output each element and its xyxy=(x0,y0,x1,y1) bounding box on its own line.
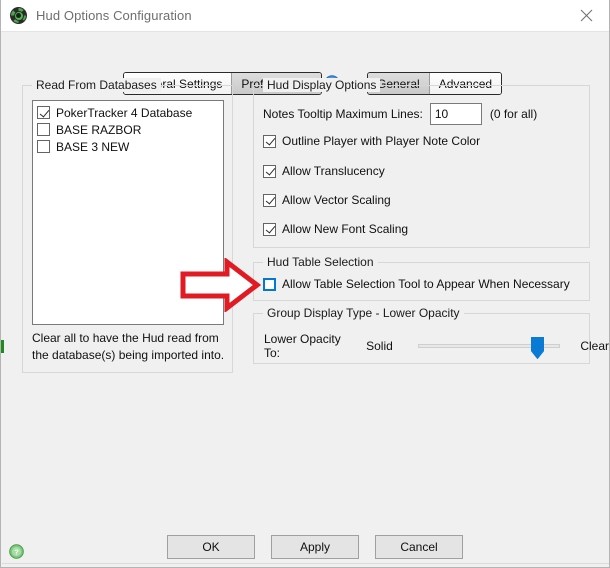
dialog-window: Hud Options Configuration General Settin… xyxy=(0,0,610,568)
dialog-button-row: OK Apply Cancel xyxy=(167,535,463,559)
checkbox-base-3-new[interactable] xyxy=(37,140,50,153)
list-item-label: PokerTracker 4 Database xyxy=(56,105,193,120)
lower-opacity-label: Lower Opacity To: xyxy=(264,332,341,360)
help-circle-green-icon[interactable]: ? xyxy=(9,544,24,559)
checkbox-base-razbor[interactable] xyxy=(37,123,50,136)
checkbox-allow-table-selection-tool[interactable] xyxy=(263,277,276,291)
notes-tooltip-row: Notes Tooltip Maximum Lines: (0 for all) xyxy=(263,103,537,125)
list-item[interactable]: PokerTracker 4 Database xyxy=(37,104,223,121)
option-label: Allow Vector Scaling xyxy=(282,193,391,207)
apply-button[interactable]: Apply xyxy=(271,535,359,559)
group-title-lower-opacity: Group Display Type - Lower Opacity xyxy=(263,306,464,320)
list-item-label: BASE RAZBOR xyxy=(56,122,142,137)
cancel-button[interactable]: Cancel xyxy=(375,535,463,559)
checkbox-allow-new-font-scaling[interactable] xyxy=(263,222,276,236)
note-line-1: Clear all to have the Hud read from xyxy=(32,331,219,345)
checkbox-outline-player-note-color[interactable] xyxy=(263,134,276,148)
note-line-2: the database(s) being imported into. xyxy=(32,348,225,362)
slider-max-label: Clear xyxy=(580,339,609,353)
option-label: Allow Table Selection Tool to Appear Whe… xyxy=(282,277,570,291)
option-label: Allow Translucency xyxy=(282,164,385,178)
slider-min-label: Solid xyxy=(366,339,393,353)
option-allow-new-font-scaling[interactable]: Allow New Font Scaling xyxy=(263,222,408,236)
ok-button[interactable]: OK xyxy=(167,535,255,559)
database-listbox[interactable]: PokerTracker 4 Database BASE RAZBOR BASE… xyxy=(32,100,224,325)
checkbox-allow-vector-scaling[interactable] xyxy=(263,193,276,207)
list-item[interactable]: BASE 3 NEW xyxy=(37,138,223,155)
lower-opacity-row: Lower Opacity To: Solid Clear xyxy=(264,332,609,360)
green-edge-marker xyxy=(1,340,4,353)
list-item[interactable]: BASE RAZBOR xyxy=(37,121,223,138)
checkbox-allow-translucency[interactable] xyxy=(263,164,276,178)
notes-tooltip-hint: (0 for all) xyxy=(489,107,538,121)
notes-tooltip-input[interactable] xyxy=(429,103,482,125)
option-label: Allow New Font Scaling xyxy=(282,222,409,236)
title-bar: Hud Options Configuration xyxy=(1,0,609,32)
option-allow-vector-scaling[interactable]: Allow Vector Scaling xyxy=(263,193,391,207)
group-title-read-from-databases: Read From Databases xyxy=(32,78,161,92)
option-outline-player-with-player-note-color[interactable]: Outline Player with Player Note Color xyxy=(263,134,480,148)
lower-opacity-slider[interactable] xyxy=(417,337,560,360)
footer-separator xyxy=(2,563,609,564)
slider-thumb[interactable] xyxy=(530,337,544,360)
close-icon[interactable] xyxy=(563,0,609,31)
svg-text:?: ? xyxy=(14,548,19,557)
group-title-hud-table-selection: Hud Table Selection xyxy=(263,255,378,269)
notes-tooltip-label: Notes Tooltip Maximum Lines: xyxy=(263,107,423,121)
tab-strip: General Settings Profile Select ? Genera… xyxy=(1,31,609,95)
list-item-label: BASE 3 NEW xyxy=(56,139,130,154)
checkbox-pokertracker-4-database[interactable] xyxy=(37,106,50,119)
option-label: Outline Player with Player Note Color xyxy=(282,134,481,148)
option-allow-table-selection-tool[interactable]: Allow Table Selection Tool to Appear Whe… xyxy=(263,277,570,291)
window-title: Hud Options Configuration xyxy=(36,8,192,23)
group-title-hud-display-options: Hud Display Options xyxy=(263,78,381,92)
option-allow-translucency[interactable]: Allow Translucency xyxy=(263,164,385,178)
database-list-note: Clear all to have the Hud read from the … xyxy=(32,330,227,364)
pokertracker-green-icon xyxy=(10,7,27,24)
